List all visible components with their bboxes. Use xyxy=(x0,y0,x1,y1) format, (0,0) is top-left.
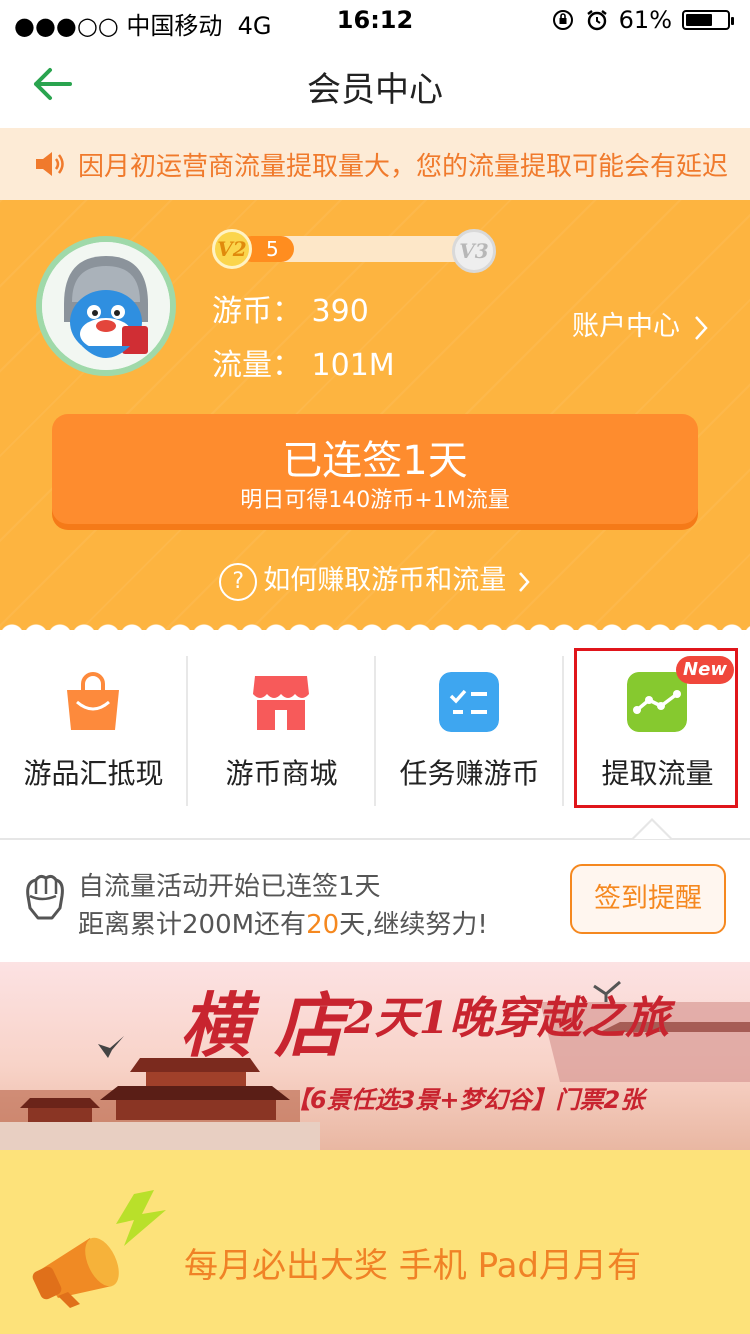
coins-label: 游币： xyxy=(212,294,302,329)
banner-title: 2天1晚穿越之旅 xyxy=(344,993,670,1044)
checkin-streak-text: 自流量活动开始已连签1天 xyxy=(78,872,381,902)
checkin-goal-text: 距离累计200M还有20天,继续努力! xyxy=(78,904,488,941)
help-icon: ? xyxy=(219,562,258,601)
level-progress-value: 5 xyxy=(266,237,279,261)
feature-tasks[interactable]: 任务赚游币 xyxy=(376,636,563,820)
level-badge-next: V3 xyxy=(452,229,496,273)
signin-reminder-button[interactable]: 签到提醒 xyxy=(570,864,726,934)
how-to-earn-label: 如何赚取游币和流量 xyxy=(263,565,507,596)
feature-youpinhui[interactable]: 游品汇抵现 xyxy=(0,636,187,820)
pointer-arrow-inner xyxy=(634,821,670,839)
goal-suffix: 天,继续努力! xyxy=(339,910,488,940)
account-center-label: 账户中心 xyxy=(572,311,680,342)
notice-bar: 因月初运营商流量提取量大，您的流量提取可能会有延迟 xyxy=(0,128,750,200)
level-badge-current: V2 xyxy=(212,229,252,269)
signin-subtitle: 明日可得140游币+1M流量 xyxy=(240,488,510,513)
scallop-divider xyxy=(0,612,750,636)
avatar[interactable] xyxy=(36,236,176,376)
battery-percent: 61% xyxy=(618,6,672,34)
traffic-label: 流量： xyxy=(212,348,302,383)
store-icon xyxy=(253,676,309,730)
account-center-link[interactable]: 账户中心 xyxy=(572,304,709,343)
how-to-earn-link[interactable]: ? 如何赚取游币和流量 xyxy=(0,558,750,601)
nav-bar: 会员中心 xyxy=(0,40,750,129)
rotation-lock-icon xyxy=(552,10,573,30)
signin-button[interactable]: 已连签1天 明日可得140游币+1M流量 xyxy=(52,414,698,524)
promo-text: 每月必出大奖 手机 Pad月月有 xyxy=(184,1246,642,1286)
battery-icon xyxy=(682,10,734,30)
feature-label: 游品汇抵现 xyxy=(23,757,164,790)
feature-coin-mall[interactable]: 游币商城 xyxy=(188,636,375,820)
banner-subtitle: 【6景任选3景+梦幻谷】门票2张 xyxy=(286,1086,645,1114)
coins-value: 390 xyxy=(311,294,369,329)
traffic-value: 101M xyxy=(311,348,395,383)
chevron-right-icon xyxy=(518,571,530,592)
speaker-icon xyxy=(36,152,64,176)
banner-title-big: 横 店 xyxy=(180,984,345,1067)
fist-icon xyxy=(26,874,64,920)
status-bar: ●●●○○ 中国移动 4G 16:12 61% xyxy=(0,0,750,40)
feature-label: 游币商城 xyxy=(225,757,338,790)
notice-text: 因月初运营商流量提取量大，您的流量提取可能会有延迟 xyxy=(78,152,729,182)
megaphone-icon xyxy=(32,1190,166,1308)
page-title: 会员中心 xyxy=(307,70,443,110)
task-list-icon xyxy=(439,672,499,732)
chevron-right-icon xyxy=(694,315,708,340)
highlight-box xyxy=(574,648,738,808)
goal-prefix: 距离累计200M还有 xyxy=(78,910,307,940)
traffic-stat: 流量： 101M xyxy=(212,340,395,384)
coins-stat: 游币： 390 xyxy=(212,286,369,330)
signin-title: 已连签1天 xyxy=(282,438,468,484)
promo-banner-hengdian[interactable]: 横 店 2天1晚穿越之旅 【6景任选3景+梦幻谷】门票2张 xyxy=(0,962,750,1150)
bird-icon xyxy=(98,1036,124,1058)
knight-mascot-icon xyxy=(42,242,170,370)
shopping-bag-icon xyxy=(67,672,119,730)
goal-days-remaining: 20 xyxy=(306,910,340,940)
feature-label: 任务赚游币 xyxy=(399,757,540,790)
alarm-icon xyxy=(586,10,607,31)
